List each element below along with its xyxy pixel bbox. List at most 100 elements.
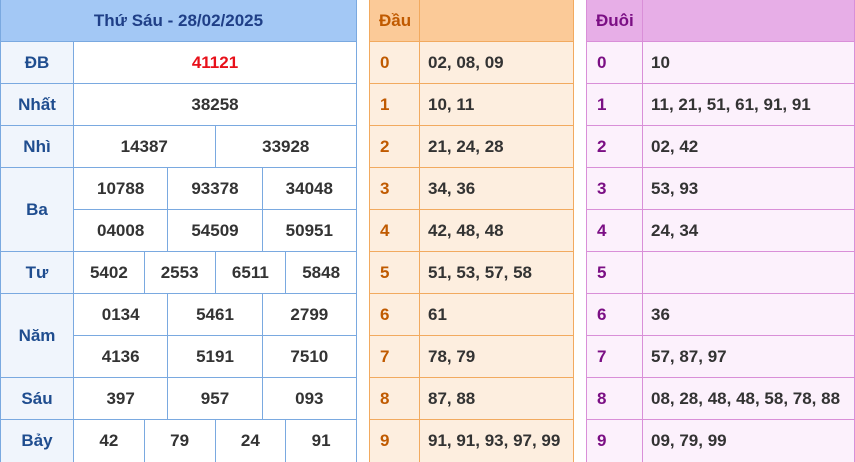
head-row: 8 87, 88 [370,378,573,420]
tail-numbers: 36 [651,304,670,324]
prize-label: Nhất [1,84,74,125]
tail-numbers [643,252,854,293]
head-row: 6 61 [370,294,573,336]
tail-numbers: 24, 34 [651,220,699,240]
prize-number: 91 [311,431,331,450]
lottery-results-table: Thứ Sáu - 28/02/2025 ĐB 41121 Nhất 38258… [0,0,357,462]
head-numbers: 21, 24, 28 [428,136,504,156]
tail-digit: 4 [587,210,643,251]
tail-digit: 9 [587,420,643,462]
prize-row-second: Nhì 14387 33928 [1,126,356,168]
tail-numbers: 08, 28, 48, 48, 58, 78, 88 [651,388,841,408]
prize-number: 6511 [216,252,287,293]
prize-number: 4136 [74,336,169,377]
prize-row-special: ĐB 41121 [1,42,356,84]
tail-digit: 8 [587,378,643,419]
prize-row-first: Nhất 38258 [1,84,356,126]
tail-numbers: 57, 87, 97 [651,346,727,366]
prize-label: Tư [1,252,74,293]
prize-row-fourth: Tư 5402 2553 6511 5848 [1,252,356,294]
head-numbers: 34, 36 [428,178,476,198]
head-digit: 4 [370,210,420,251]
prize-number: 397 [74,378,169,419]
head-row: 9 91, 91, 93, 97, 99 [370,420,573,462]
prize-label: Ba [1,168,74,251]
tail-row: 6 36 [587,294,854,336]
prize-number: 38258 [191,94,239,114]
prize-number: 0134 [74,294,169,335]
prize-label: ĐB [1,42,74,83]
head-digit: 5 [370,252,420,293]
prize-label: Năm [1,294,74,377]
head-header-empty [420,0,573,41]
prize-number: 24 [216,420,287,462]
head-row: 3 34, 36 [370,168,573,210]
head-numbers: 87, 88 [428,388,476,408]
head-digit: 2 [370,126,420,167]
prize-number: 10788 [74,168,169,209]
tail-row: 2 02, 42 [587,126,854,168]
tail-row: 8 08, 28, 48, 48, 58, 78, 88 [587,378,854,420]
head-row: 7 78, 79 [370,336,573,378]
head-numbers: 42, 48, 48 [428,220,504,240]
tail-numbers: 11, 21, 51, 61, 91, 91 [651,94,811,114]
tail-header-empty [643,0,854,41]
head-numbers: 91, 91, 93, 97, 99 [428,431,561,450]
tail-numbers: 09, 79, 99 [651,431,727,450]
tail-digit: 7 [587,336,643,377]
prize-number: 5848 [302,262,341,282]
tail-row: 5 [587,252,854,294]
head-digit: 3 [370,168,420,209]
head-digit: 0 [370,42,420,83]
prize-number: 04008 [74,210,169,251]
head-numbers: 61 [428,304,447,324]
tail-digit: 0 [587,42,643,83]
tail-digit: 6 [587,294,643,335]
prize-number: 957 [168,378,263,419]
prize-label: Nhì [1,126,74,167]
head-numbers: 02, 08, 09 [428,52,504,72]
prize-number: 42 [74,420,145,462]
head-digit: 9 [370,420,420,462]
prize-row-seventh: Bảy 42 79 24 91 [1,420,356,462]
head-numbers: 10, 11 [428,94,475,114]
prize-label: Sáu [1,378,74,419]
prize-label: Bảy [1,420,74,462]
head-digit: 1 [370,84,420,125]
tail-digit-table: Đuôi 0 10 1 11, 21, 51, 61, 91, 91 2 02, 42… [586,0,855,462]
prize-number: 093 [295,388,324,408]
prize-number: 2799 [290,304,329,324]
tail-digit: 2 [587,126,643,167]
head-row: 1 10, 11 [370,84,573,126]
head-row: 2 21, 24, 28 [370,126,573,168]
tail-digit: 5 [587,252,643,293]
head-digit-table: Đầu 0 02, 08, 09 1 10, 11 2 21, 24, 28 3 34,… [369,0,574,462]
prize-number: 34048 [285,178,333,198]
head-column-label: Đầu [370,0,420,41]
head-table-header: Đầu [370,0,573,42]
tail-row: 3 53, 93 [587,168,854,210]
prize-number: 79 [145,420,216,462]
prize-number: 5402 [74,252,145,293]
special-prize-number: 41121 [191,52,239,72]
tail-table-header: Đuôi [587,0,854,42]
prize-number: 5461 [168,294,263,335]
tail-digit: 3 [587,168,643,209]
tail-row: 7 57, 87, 97 [587,336,854,378]
prize-number: 93378 [168,168,263,209]
head-row: 0 02, 08, 09 [370,42,573,84]
tail-row: 9 09, 79, 99 [587,420,854,462]
tail-numbers: 10 [651,52,670,72]
head-numbers: 51, 53, 57, 58 [428,262,532,282]
tail-row: 4 24, 34 [587,210,854,252]
prize-number: 2553 [145,252,216,293]
prize-row-third: Ba 10788 93378 34048 04008 54509 50951 [1,168,356,252]
head-numbers: 78, 79 [428,346,476,366]
draw-date-title: Thứ Sáu - 28/02/2025 [1,0,356,42]
tail-row: 0 10 [587,42,854,84]
head-digit: 7 [370,336,420,377]
tail-numbers: 02, 42 [651,136,699,156]
prize-number: 7510 [290,346,329,366]
prize-row-fifth: Năm 0134 5461 2799 4136 5191 7510 [1,294,356,378]
tail-column-label: Đuôi [587,0,643,41]
